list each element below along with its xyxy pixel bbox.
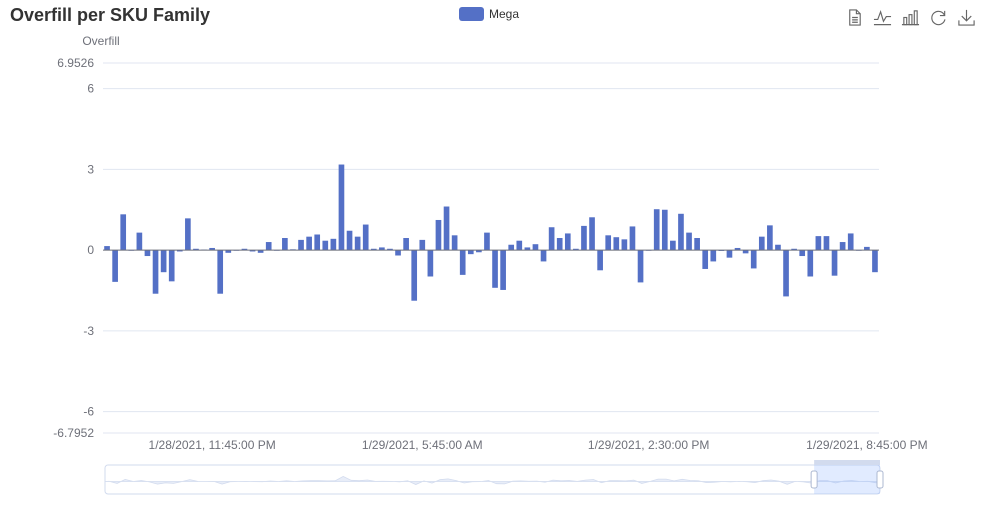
bar	[815, 236, 822, 251]
bar	[185, 218, 191, 251]
bar	[322, 240, 329, 251]
bar	[775, 244, 781, 251]
bar	[467, 250, 474, 255]
bar	[362, 224, 369, 251]
bar	[459, 250, 466, 275]
y-tick-label: 3	[87, 162, 94, 176]
bar	[799, 250, 806, 257]
bar	[508, 244, 515, 251]
bar	[282, 238, 288, 251]
bar	[120, 214, 127, 251]
bar	[265, 242, 272, 251]
bar	[484, 232, 490, 251]
bar	[653, 209, 660, 251]
bar	[556, 238, 563, 251]
bar	[144, 250, 151, 257]
bar	[411, 250, 418, 301]
bar	[783, 250, 789, 297]
bar	[758, 236, 765, 251]
x-tick-label: 1/28/2021, 11:45:00 PM	[149, 438, 276, 452]
bar	[346, 230, 353, 251]
bar	[354, 236, 361, 251]
chart-plot: 6.9526 6 3 0 -3 -6 -6.7952 Overfill 1/28/2021, 1…	[53, 34, 928, 495]
y-tick-label: -6.7952	[53, 426, 94, 440]
bar	[435, 219, 442, 251]
zoom-start-handle[interactable]	[810, 470, 818, 489]
bar	[443, 206, 450, 251]
bar	[726, 250, 733, 258]
bar	[605, 235, 612, 251]
zoom-selection[interactable]	[814, 465, 880, 494]
bar	[661, 209, 668, 251]
bar	[581, 225, 587, 251]
bar	[750, 250, 757, 269]
bar	[330, 238, 337, 251]
zoom-preview	[104, 475, 881, 485]
bar	[104, 246, 110, 251]
bar	[298, 239, 304, 251]
bar	[872, 250, 878, 273]
bar	[395, 250, 401, 256]
bar	[112, 250, 118, 282]
bar	[686, 232, 692, 251]
bar	[314, 234, 321, 251]
axes: 6.9526 6 3 0 -3 -6 -6.7952 Overfill 1/28/2021, 1…	[53, 34, 927, 452]
bar	[540, 250, 547, 262]
bar	[589, 217, 595, 251]
y-axis-title: Overfill	[82, 34, 119, 48]
zoom-move-handle	[814, 460, 880, 465]
bar	[492, 250, 498, 288]
y-tick-label: 6.9526	[57, 56, 94, 70]
bar	[621, 239, 628, 251]
bars	[104, 164, 878, 301]
bar	[767, 225, 773, 251]
bar	[500, 250, 506, 290]
bar	[629, 226, 636, 251]
data-zoom-slider[interactable]	[104, 460, 884, 495]
bar	[152, 250, 159, 294]
y-tick-label: -3	[83, 324, 94, 338]
y-tick-label: 0	[87, 243, 94, 257]
y-tick-label: 6	[87, 82, 94, 96]
bar	[597, 250, 603, 271]
x-tick-label: 1/29/2021, 8:45:00 PM	[806, 438, 927, 452]
bar	[847, 233, 854, 251]
bar	[710, 250, 717, 262]
zoom-end-handle[interactable]	[876, 470, 884, 489]
bar	[637, 250, 644, 283]
bar	[168, 250, 175, 282]
bar	[403, 238, 409, 251]
bar	[338, 164, 345, 251]
bar	[532, 244, 539, 251]
bar	[831, 250, 838, 276]
bar	[839, 242, 846, 251]
bar	[136, 232, 143, 251]
x-tick-label: 1/29/2021, 2:30:00 PM	[588, 438, 709, 452]
bar	[564, 233, 571, 251]
bar	[807, 250, 814, 277]
bar	[613, 237, 620, 251]
bar	[548, 227, 555, 251]
x-tick-label: 1/29/2021, 5:45:00 AM	[362, 438, 483, 452]
bar	[694, 238, 700, 251]
bar	[217, 250, 224, 294]
bar	[516, 240, 523, 251]
bar	[702, 250, 709, 269]
bar	[306, 236, 312, 251]
bar	[678, 213, 684, 251]
bar	[419, 239, 426, 251]
bar	[427, 250, 434, 277]
bar	[451, 235, 458, 251]
bar	[670, 240, 676, 251]
bar	[823, 236, 830, 251]
zoom-frame	[104, 464, 881, 495]
bar	[160, 250, 167, 273]
y-tick-label: -6	[83, 405, 94, 419]
